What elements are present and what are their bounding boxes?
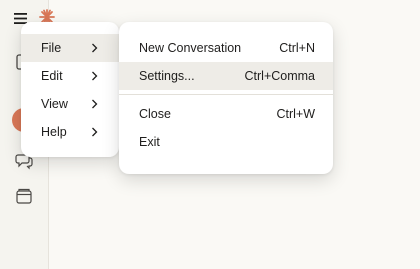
menu-item-label: Close (139, 107, 171, 121)
menu-item-help[interactable]: Help (21, 118, 119, 146)
menu-item-label: Help (41, 125, 67, 139)
menu-item-shortcut: Ctrl+N (279, 41, 315, 55)
chevron-right-icon (91, 127, 101, 137)
menu-item-exit[interactable]: Exit (119, 128, 333, 156)
menu-item-label: View (41, 97, 68, 111)
menu-item-label: New Conversation (139, 41, 242, 55)
menu-item-edit[interactable]: Edit (21, 62, 119, 90)
menu-item-close[interactable]: Close Ctrl+W (119, 100, 333, 128)
menu-item-label: Edit (41, 69, 63, 83)
menu-item-label: File (41, 41, 62, 55)
menu-item-view[interactable]: View (21, 90, 119, 118)
main-menu: File Edit View Help (21, 22, 119, 157)
menu-item-file[interactable]: File (21, 34, 119, 62)
file-submenu: New Conversation Ctrl+N Settings... Ctrl… (119, 22, 333, 174)
menu-item-shortcut: Ctrl+Comma (244, 69, 316, 83)
menu-item-label: Exit (139, 135, 160, 149)
projects-icon[interactable] (14, 186, 34, 206)
chevron-right-icon (91, 99, 101, 109)
menu-item-shortcut: Ctrl+W (276, 107, 315, 121)
menu-item-label: Settings... (139, 69, 195, 83)
app-window: File Edit View Help New Conversation Ctr… (0, 0, 420, 269)
chevron-right-icon (91, 43, 101, 53)
menu-separator (119, 94, 333, 95)
chevron-right-icon (91, 71, 101, 81)
menu-item-new-conversation[interactable]: New Conversation Ctrl+N (119, 34, 333, 62)
menu-item-settings[interactable]: Settings... Ctrl+Comma (119, 62, 333, 90)
